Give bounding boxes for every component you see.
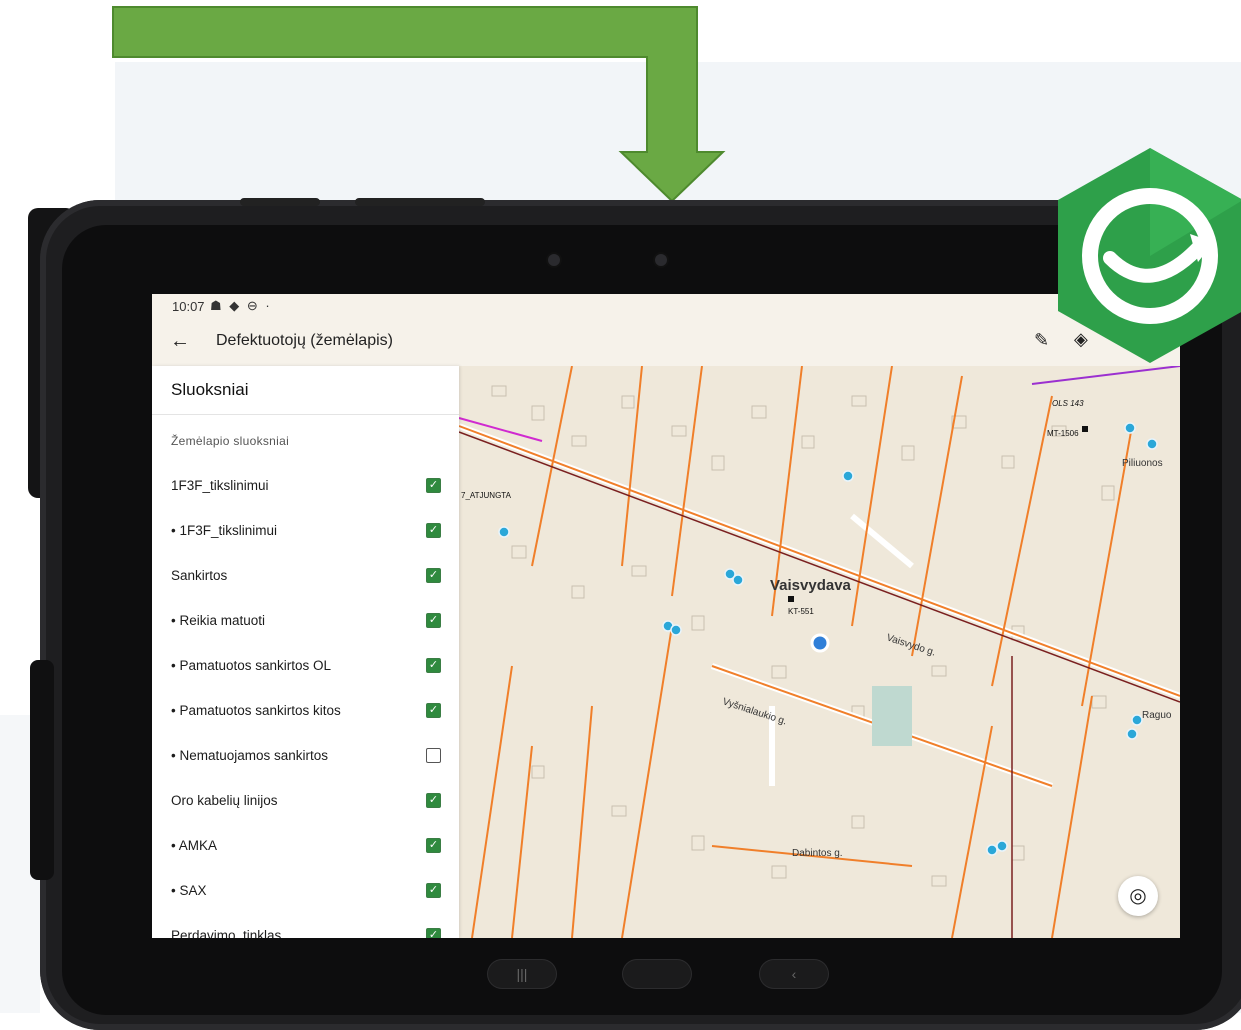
layer-row[interactable]: • 1F3F_tikslinimui ✓ (152, 508, 459, 553)
layer-row[interactable]: Perdavimo_tinklas ✓ (152, 913, 459, 938)
arrow-icon (112, 6, 726, 203)
layer-label: • SAX (171, 883, 207, 898)
layer-label: • Reikia matuoti (171, 613, 266, 628)
layer-label: Oro kabelių linijos (171, 793, 278, 808)
edit-pencil-icon[interactable]: ✎ (1034, 330, 1049, 351)
layer-checkbox[interactable]: ✓ (426, 658, 441, 673)
nav-home-button[interactable] (623, 960, 691, 988)
layer-row[interactable]: • Pamatuotos sankirtos OL ✓ (152, 643, 459, 688)
sensor-icon (655, 254, 667, 266)
app-bar: ← Defektuotojų (žemėlapis) ✎ ◈ (152, 320, 1180, 366)
layer-row[interactable]: • Reikia matuoti ✓ (152, 598, 459, 643)
map-label-jungta: 7_ATJUNGTA (461, 491, 512, 500)
street-label-3: Dabintos g. (792, 848, 843, 859)
layer-label: • Nematuojamos sankirtos (171, 748, 329, 763)
layer-label: • Pamatuotos sankirtos OL (171, 658, 332, 673)
layer-checkbox[interactable]: ✓ (426, 478, 441, 493)
layers-drawer: Sluoksniai Žemėlapio sluoksniai 1F3F_tik… (152, 366, 459, 938)
layer-checkbox[interactable]: ✓ (426, 838, 441, 853)
tablet-screen: Vaisvydava Vyšnialaukio g. Dabintos g. V… (152, 294, 1180, 938)
street-label-5: Piliuonos (1122, 458, 1163, 469)
drawer-title: Sluoksniai (152, 366, 459, 415)
tablet-power-button (355, 198, 485, 206)
map-label-ols: OLS 143 (1052, 399, 1084, 408)
layer-row[interactable]: • Nematuojamos sankirtos ✓ (152, 733, 459, 778)
layer-row[interactable]: • SAX ✓ (152, 868, 459, 913)
drawer-section-title: Žemėlapio sluoksniai (171, 434, 290, 448)
status-time: 10:07 (172, 299, 205, 314)
layer-label: Sankirtos (171, 568, 228, 583)
layer-checkbox[interactable]: ✓ (426, 928, 441, 938)
page-title: Defektuotojų (žemėlapis) (216, 332, 393, 349)
layer-checkbox[interactable]: ✓ (426, 703, 441, 718)
layer-row[interactable]: • AMKA ✓ (152, 823, 459, 868)
layer-checkbox[interactable]: ✓ (426, 883, 441, 898)
layer-checkbox[interactable]: ✓ (426, 523, 441, 538)
layer-row[interactable]: • Pamatuotos sankirtos kitos ✓ (152, 688, 459, 733)
tablet-side-grip (30, 660, 54, 880)
app-logo-icon (1058, 148, 1241, 363)
status-bar: 10:07 ☗ ◆ ⊖ · (152, 294, 1180, 320)
layer-label: Perdavimo_tinklas (171, 928, 282, 938)
crosshair-icon: ◎ (1129, 885, 1147, 907)
nav-back-button[interactable]: ‹ (760, 960, 828, 988)
locate-me-button[interactable]: ◎ (1118, 876, 1158, 916)
layer-checkbox[interactable]: ✓ (426, 793, 441, 808)
layer-checkbox[interactable]: ✓ (426, 613, 441, 628)
layer-label: • 1F3F_tikslinimui (171, 523, 278, 538)
status-icons: ☗ ◆ ⊖ · (210, 298, 272, 313)
nav-recents-button[interactable]: ||| (488, 960, 556, 988)
back-arrow-icon[interactable]: ← (170, 330, 190, 353)
layer-checkbox[interactable]: ✓ (426, 748, 441, 763)
street-label-6: Raguo (1142, 710, 1172, 721)
layer-row[interactable]: Oro kabelių linijos ✓ (152, 778, 459, 823)
current-location-icon (810, 633, 830, 653)
layer-label: • AMKA (171, 838, 217, 853)
tablet-volume-button (240, 198, 320, 206)
layer-checkbox[interactable]: ✓ (426, 568, 441, 583)
layer-row[interactable]: Sankirtos ✓ (152, 553, 459, 598)
street-label-main: Vaisvydava (770, 577, 852, 594)
map-label-kt: KT-551 (788, 607, 814, 616)
layer-row[interactable]: 1F3F_tikslinimui ✓ (152, 463, 459, 508)
map-label-mt: MT-1506 (1047, 429, 1079, 438)
layer-list: 1F3F_tikslinimui ✓ • 1F3F_tikslinimui ✓ Sank… (152, 463, 459, 938)
layer-label: • Pamatuotos sankirtos kitos (171, 703, 341, 718)
camera-icon (548, 254, 560, 266)
layer-label: 1F3F_tikslinimui (171, 478, 269, 493)
